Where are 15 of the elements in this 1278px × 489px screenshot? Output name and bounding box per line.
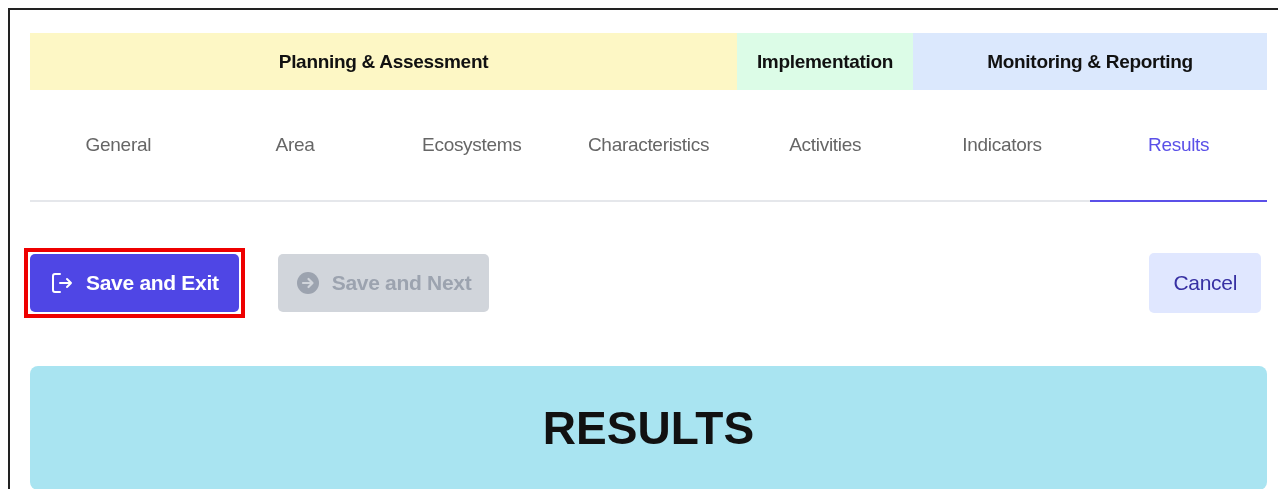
- cancel-button[interactable]: Cancel: [1149, 253, 1261, 313]
- tab[interactable]: Activities: [736, 90, 914, 202]
- exit-icon: [50, 271, 74, 295]
- arrow-circle-icon: [295, 271, 320, 295]
- save-button[interactable]: Save and Exit: [30, 254, 239, 312]
- tab[interactable]: General: [30, 90, 207, 202]
- tab[interactable]: Ecosystems: [383, 90, 561, 202]
- phase-label: Implementation: [737, 33, 913, 90]
- tab[interactable]: Indicators: [913, 90, 1091, 202]
- section-title: RESULTS: [542, 401, 755, 455]
- tab[interactable]: Area: [206, 90, 384, 202]
- phase-label: Monitoring & Reporting: [913, 33, 1267, 90]
- tab[interactable]: Characteristics: [560, 90, 737, 202]
- tab[interactable]: Results: [1090, 90, 1268, 202]
- phase-label: Planning & Assessment: [30, 33, 737, 90]
